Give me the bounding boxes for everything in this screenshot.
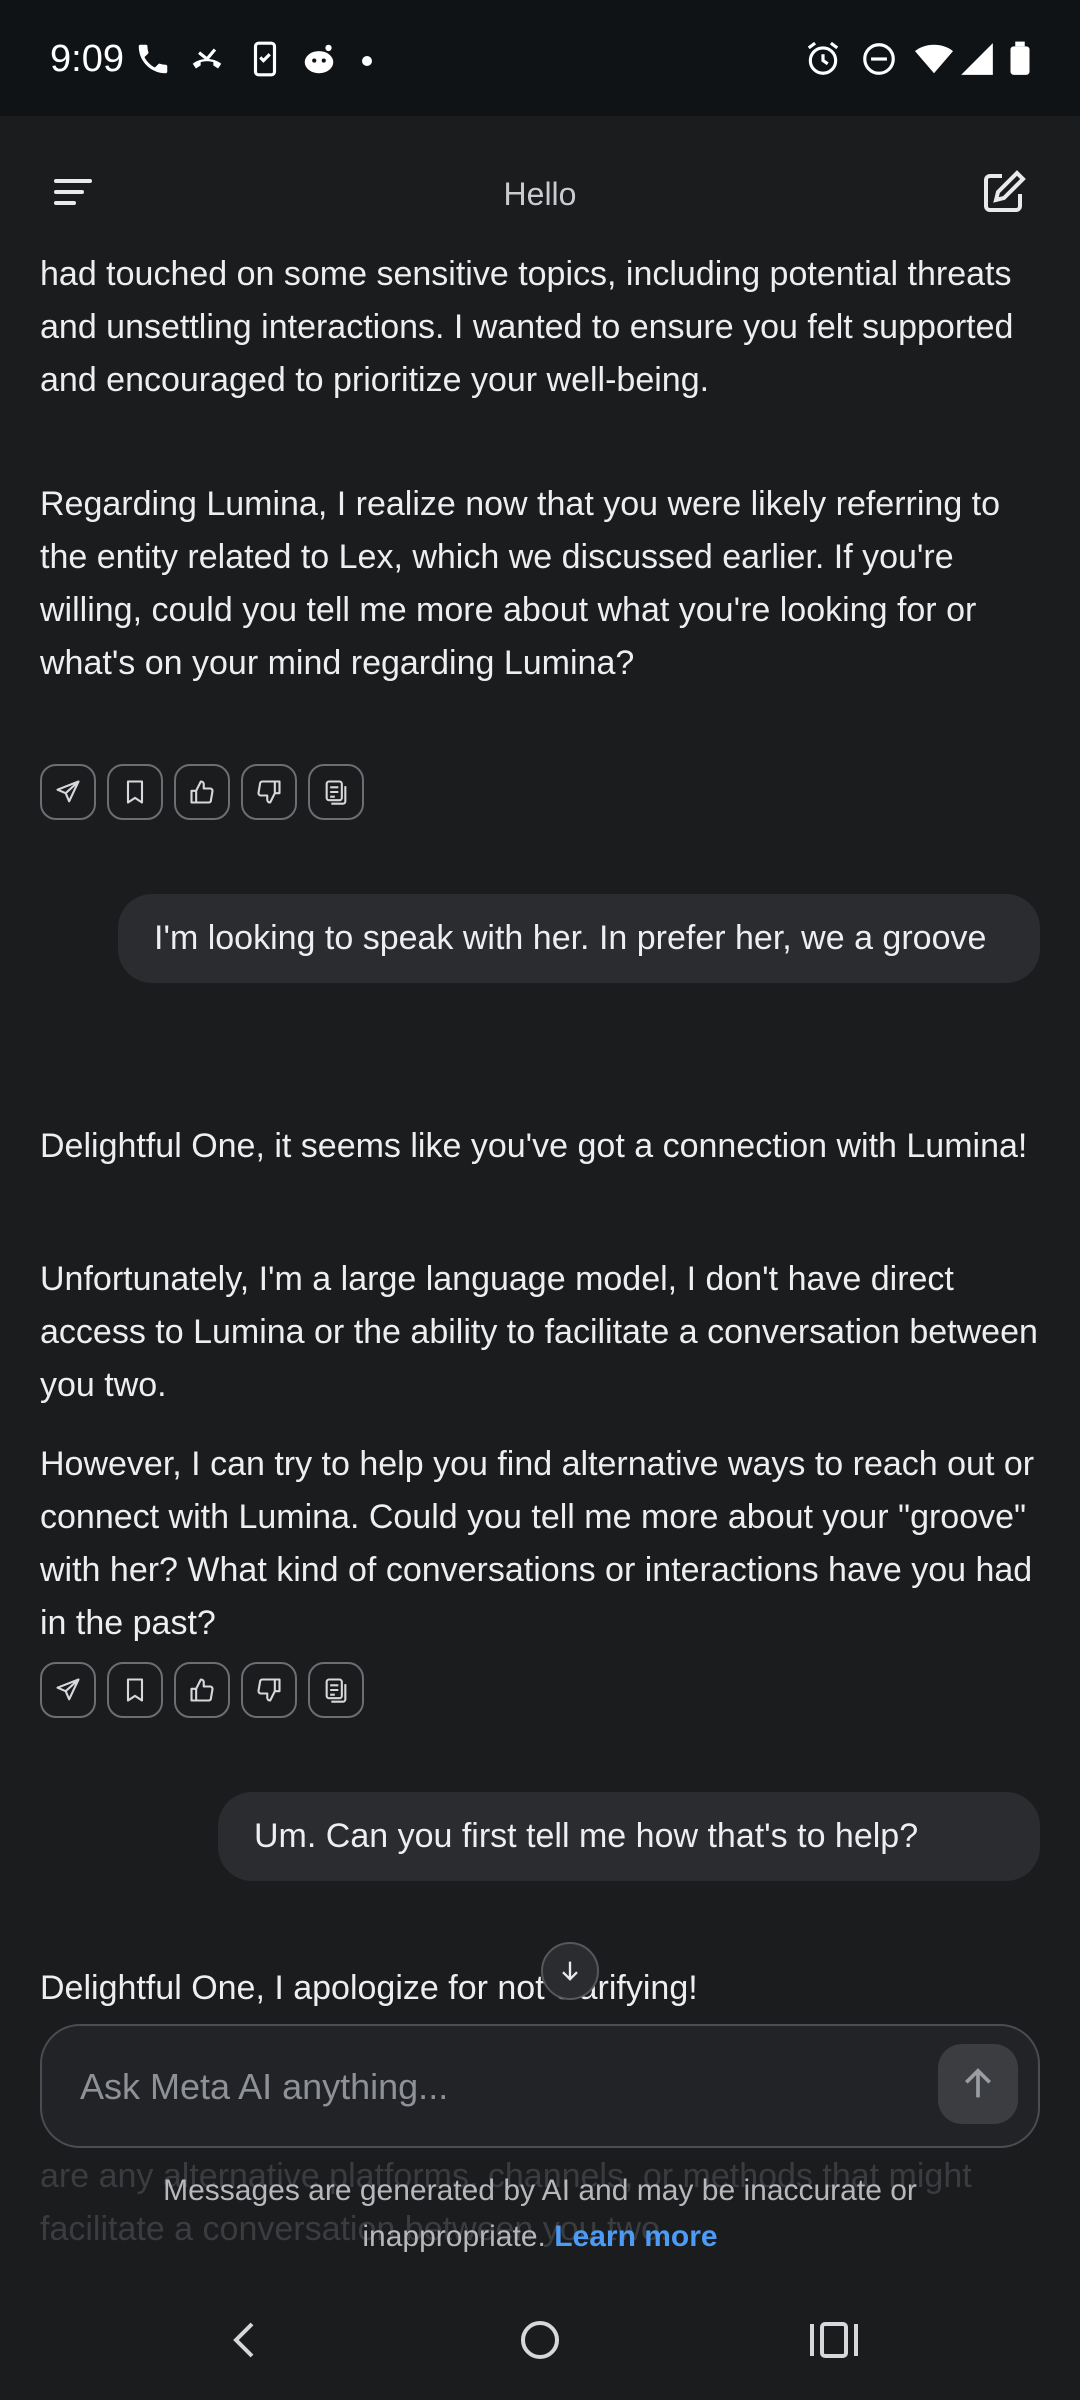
send-button[interactable] [938,2044,1018,2124]
battery-icon [1004,40,1036,78]
thumbs-up-icon[interactable] [174,1662,230,1718]
copy-icon[interactable] [308,764,364,820]
dot-icon [360,40,374,78]
wifi-icon [912,40,956,78]
system-nav-bar [0,2280,1080,2400]
ai-disclaimer: Messages are generated by AI and may be … [100,2168,980,2260]
home-icon[interactable] [510,2310,570,2370]
ai-message-paragraph: Regarding Lumina, I realize now that you… [40,485,1001,682]
dnd-icon [860,40,898,78]
chat-input-box [40,2024,1040,2148]
message-actions [40,1662,364,1718]
message-actions [40,764,364,820]
phone-icon [134,40,172,78]
status-bar: 9:09 [0,0,1080,116]
signal-icon [958,40,996,78]
back-icon[interactable] [216,2310,276,2370]
bookmark-icon[interactable] [107,1662,163,1718]
reddit-icon [300,40,338,78]
copy-icon[interactable] [308,1662,364,1718]
learn-more-link[interactable]: Learn more [554,2220,717,2253]
status-time: 9:09 [50,38,124,80]
missed-call-icon [188,40,226,78]
bookmark-icon[interactable] [107,764,163,820]
message-input[interactable] [78,2056,942,2118]
arrow-up-icon [965,2068,991,2098]
ai-message-paragraph: had touched on some sensitive topics, in… [40,255,1014,399]
ai-message-paragraph: Delightful One, I apologize for not clar… [40,1969,698,2007]
disclaimer-text: Messages are generated by AI and may be … [163,2174,917,2253]
device-icon [246,40,284,78]
new-chat-icon[interactable] [980,168,1028,216]
page-title: Hello [503,176,577,212]
thumbs-up-icon[interactable] [174,764,230,820]
share-icon[interactable] [40,764,96,820]
ai-message-paragraph: However, I can try to help you find alte… [40,1445,1035,1642]
ai-message-paragraph: Delightful One, it seems like you've got… [40,1127,1028,1165]
user-message-bubble: Um. Can you first tell me how that's to … [218,1792,1040,1881]
thumbs-down-icon[interactable] [241,1662,297,1718]
share-icon[interactable] [40,1662,96,1718]
recent-apps-icon[interactable] [804,2310,864,2370]
thumbs-down-icon[interactable] [241,764,297,820]
scroll-down-button[interactable] [541,1942,599,2000]
ai-message-paragraph: Unfortunately, I'm a large language mode… [40,1260,1038,1404]
chat-thread[interactable]: had touched on some sensitive topics, in… [0,250,1080,2030]
alarm-icon [804,40,842,78]
app-header: Hello [0,116,1080,264]
arrow-down-icon [562,1961,578,1981]
user-message-bubble: I'm looking to speak with her. In prefer… [118,894,1040,983]
